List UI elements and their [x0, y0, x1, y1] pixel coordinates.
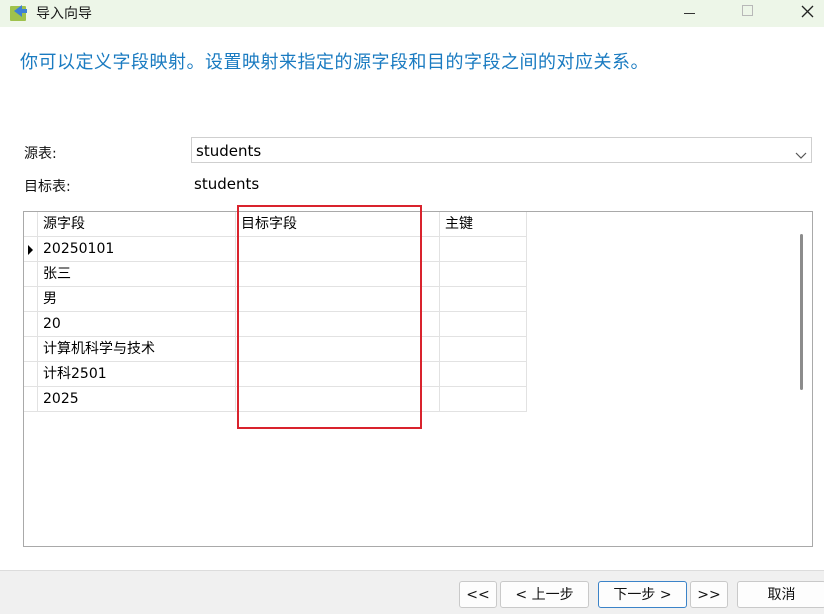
previous-button[interactable]: < 上一步 [500, 581, 589, 608]
row-indicator[interactable] [24, 287, 38, 312]
instruction-text: 你可以定义字段映射。设置映射来指定的源字段和目的字段之间的对应关系。 [20, 52, 649, 73]
row-indicator[interactable] [24, 237, 38, 262]
scrollbar-thumb[interactable] [800, 234, 803, 390]
source-field-cell[interactable]: 计算机科学与技术 [38, 337, 236, 362]
close-icon [801, 5, 814, 18]
row-indicator[interactable] [24, 337, 38, 362]
source-field-cell[interactable]: 张三 [38, 262, 236, 287]
header-indicator [24, 212, 38, 237]
last-button[interactable]: >> [690, 581, 728, 608]
next-button[interactable]: 下一步 > [598, 581, 687, 608]
row-indicator[interactable] [24, 387, 38, 412]
import-wizard-icon [8, 3, 30, 23]
close-button[interactable] [784, 0, 824, 27]
source-table-value: students [196, 142, 262, 160]
primary-key-cell[interactable] [440, 262, 527, 287]
footer-bar: << < 上一步 下一步 > >> 取消 [0, 570, 824, 614]
maximize-button[interactable] [725, 0, 771, 27]
primary-key-cell[interactable] [440, 337, 527, 362]
minimize-button[interactable] [665, 0, 711, 27]
title-bar: 导入向导 [0, 0, 824, 27]
row-indicator[interactable] [24, 262, 38, 287]
column-header-source[interactable]: 源字段 [38, 212, 236, 237]
source-table-select[interactable]: students [191, 137, 812, 163]
primary-key-cell[interactable] [440, 312, 527, 337]
row-indicator[interactable] [24, 312, 38, 337]
target-table-label: 目标表: [24, 179, 71, 195]
primary-key-cell[interactable] [440, 287, 527, 312]
primary-key-cell[interactable] [440, 362, 527, 387]
target-table-value: students [194, 175, 260, 193]
source-field-cell[interactable]: 2025 [38, 387, 236, 412]
source-table-label: 源表: [24, 146, 57, 162]
primary-key-cell[interactable] [440, 237, 527, 262]
target-field-highlight [237, 205, 422, 429]
source-field-cell[interactable]: 20250101 [38, 237, 236, 262]
source-field-cell[interactable]: 20 [38, 312, 236, 337]
row-indicator[interactable] [24, 362, 38, 387]
current-row-icon [28, 245, 33, 255]
window-title: 导入向导 [36, 6, 92, 22]
cancel-button[interactable]: 取消 [737, 581, 824, 608]
column-header-primary-key[interactable]: 主键 [440, 212, 527, 237]
first-button[interactable]: << [459, 581, 497, 608]
source-field-cell[interactable]: 男 [38, 287, 236, 312]
source-field-cell[interactable]: 计科2501 [38, 362, 236, 387]
primary-key-cell[interactable] [440, 387, 527, 412]
chevron-down-icon [795, 145, 807, 164]
